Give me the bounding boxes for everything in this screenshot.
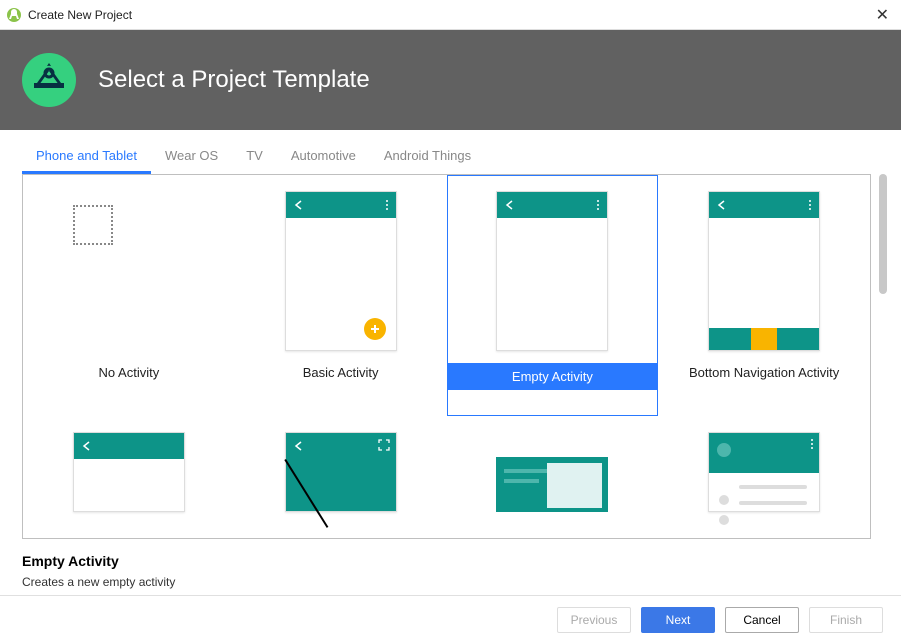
previous-button[interactable]: Previous (557, 607, 631, 633)
vertical-scrollbar[interactable] (879, 174, 887, 294)
template-row2-item[interactable] (447, 416, 659, 538)
fab-plus-icon (364, 318, 386, 340)
finish-button[interactable]: Finish (809, 607, 883, 633)
template-label: No Activity (99, 365, 160, 380)
tab-wear-os[interactable]: Wear OS (151, 142, 232, 174)
android-studio-icon (6, 7, 22, 23)
back-arrow-icon (505, 200, 515, 210)
tab-label: Phone and Tablet (36, 148, 137, 163)
tab-label: Automotive (291, 148, 356, 163)
next-button[interactable]: Next (641, 607, 715, 633)
button-label: Next (666, 613, 691, 627)
back-arrow-icon (717, 200, 727, 210)
tab-label: TV (246, 148, 263, 163)
window-titlebar: Create New Project ✕ (0, 0, 901, 30)
wizard-banner: Select a Project Template (0, 30, 901, 130)
back-arrow-icon (82, 441, 92, 451)
template-label: Empty Activity (447, 363, 659, 390)
template-row2-item[interactable] (235, 416, 447, 538)
template-thumbnail (708, 432, 820, 512)
button-label: Finish (830, 613, 862, 627)
overflow-menu-icon (809, 200, 811, 210)
template-description: Empty Activity Creates a new empty activ… (0, 539, 901, 595)
tab-phone-and-tablet[interactable]: Phone and Tablet (22, 142, 151, 174)
back-arrow-icon (294, 200, 304, 210)
template-row2-item[interactable] (658, 416, 870, 538)
back-arrow-icon (294, 441, 304, 451)
fullscreen-icon (378, 439, 390, 451)
close-icon[interactable]: ✕ (870, 5, 895, 25)
empty-placeholder-icon (73, 205, 113, 245)
template-thumbnail (496, 191, 608, 351)
tab-label: Wear OS (165, 148, 218, 163)
diagonal-line-icon (284, 459, 328, 528)
template-thumbnail (496, 432, 608, 512)
template-label: Basic Activity (303, 365, 379, 380)
cancel-button[interactable]: Cancel (725, 607, 799, 633)
button-label: Cancel (743, 613, 780, 627)
template-row2-item[interactable] (23, 416, 235, 538)
tab-automotive[interactable]: Automotive (277, 142, 370, 174)
description-body: Creates a new empty activity (22, 575, 879, 589)
template-basic-activity[interactable]: Basic Activity (235, 175, 447, 416)
template-thumbnail (73, 432, 185, 512)
button-label: Previous (571, 613, 618, 627)
tab-tv[interactable]: TV (232, 142, 277, 174)
overflow-menu-icon (597, 200, 599, 210)
bottom-nav-icon (709, 328, 819, 350)
template-no-activity[interactable]: No Activity (23, 175, 235, 416)
tab-label: Android Things (384, 148, 471, 163)
template-thumbnail (285, 191, 397, 351)
template-thumbnail (285, 432, 397, 512)
template-empty-activity[interactable]: Empty Activity (447, 175, 659, 416)
template-label: Bottom Navigation Activity (689, 365, 839, 380)
android-studio-logo-icon (22, 53, 76, 107)
banner-heading: Select a Project Template (98, 66, 370, 94)
wizard-footer: Previous Next Cancel Finish (0, 595, 901, 643)
window-title: Create New Project (28, 8, 132, 22)
platform-tabs: Phone and Tablet Wear OS TV Automotive A… (0, 130, 901, 174)
tab-android-things[interactable]: Android Things (370, 142, 485, 174)
template-bottom-navigation-activity[interactable]: Bottom Navigation Activity (658, 175, 870, 416)
template-thumbnail (708, 191, 820, 351)
description-title: Empty Activity (22, 553, 879, 569)
overflow-menu-icon (386, 200, 388, 210)
template-grid: No Activity Basic Activity (22, 174, 871, 539)
